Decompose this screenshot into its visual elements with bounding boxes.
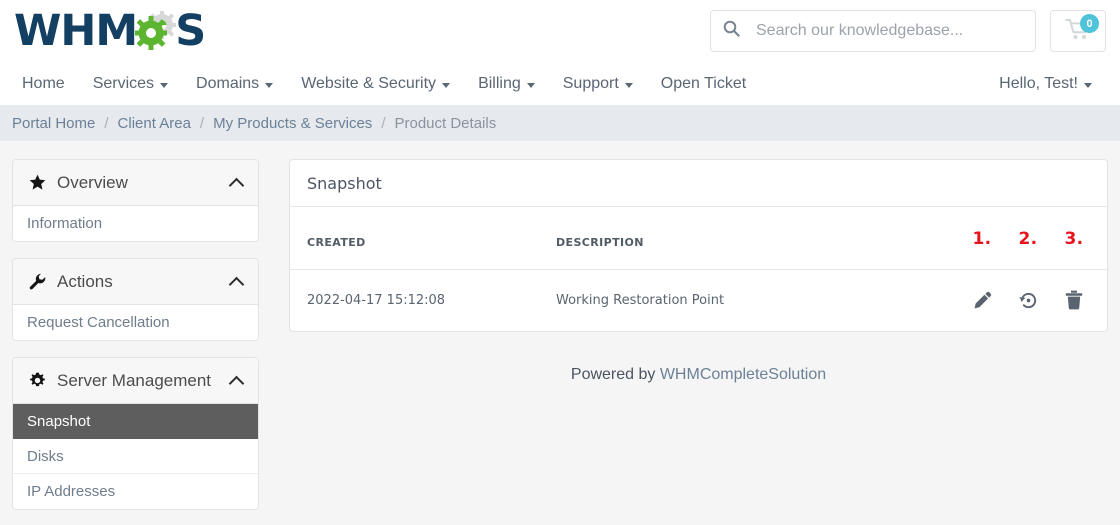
chevron-down-icon [265, 82, 274, 88]
main-content: Snapshot CREATED DESCRIPTION 1. 2. 3. 20… [259, 159, 1108, 384]
page-body: Overview Information Actions Request Can… [0, 141, 1120, 525]
search-input[interactable] [754, 21, 1023, 41]
chevron-up-icon[interactable] [230, 374, 244, 388]
breadcrumb-separator: / [199, 115, 205, 132]
column-header-description: DESCRIPTION [552, 207, 970, 270]
snapshot-table-head: CREATED DESCRIPTION 1. 2. 3. [290, 207, 1107, 270]
chevron-up-icon[interactable] [230, 176, 244, 190]
breadcrumb: Portal Home / Client Area / My Products … [0, 106, 1120, 141]
sidebar-item-ip-addresses[interactable]: IP Addresses [13, 474, 258, 509]
gear-icon [27, 372, 47, 389]
chevron-up-icon[interactable] [230, 275, 244, 289]
sidebar-item-label: Request Cancellation [27, 314, 170, 331]
nav-item-services[interactable]: Services [79, 75, 182, 93]
nav-label: Domains [196, 74, 260, 92]
snapshot-table: CREATED DESCRIPTION 1. 2. 3. 2022-04-17 … [290, 207, 1107, 331]
snapshot-card: Snapshot CREATED DESCRIPTION 1. 2. 3. 20… [289, 159, 1108, 332]
sidebar-item-label: Snapshot [27, 412, 91, 430]
breadcrumb-separator: / [104, 115, 109, 132]
header-right-group: 0 [710, 10, 1106, 52]
cell-actions [970, 270, 1107, 332]
sidebar-panel-overview-header[interactable]: Overview [13, 160, 258, 206]
sidebar-panel-server-management: Server Management Snapshot Disks IP Addr… [12, 357, 259, 510]
nav-label: Website & Security [301, 74, 437, 92]
sidebar-item-label: Information [27, 215, 103, 232]
nav-right-group: Hello, Test! [995, 75, 1106, 93]
snapshot-table-body: 2022-04-17 15:12:08 Working Restoration … [290, 270, 1107, 332]
annotation-2: 2. [1018, 229, 1038, 249]
footer-prefix: Powered by [570, 366, 660, 383]
sidebar-item-snapshot[interactable]: Snapshot [13, 404, 258, 439]
delete-icon[interactable] [1062, 289, 1086, 311]
logo-wordmark: WHM S [14, 5, 206, 56]
table-header-row: CREATED DESCRIPTION 1. 2. 3. [290, 207, 1107, 270]
nav-item-billing[interactable]: Billing [464, 75, 549, 93]
whmcs-logo[interactable]: WHM S [14, 5, 206, 56]
chevron-down-icon [1084, 82, 1092, 88]
nav-item-home[interactable]: Home [18, 75, 79, 93]
nav-label: Open Ticket [660, 74, 747, 92]
page-title: Snapshot [307, 173, 382, 193]
search-box[interactable] [710, 10, 1036, 52]
cell-description: Working Restoration Point [556, 292, 725, 308]
nav-item-domains[interactable]: Domains [182, 75, 287, 93]
column-header-actions: 1. 2. 3. [970, 207, 1107, 270]
logo-text-left: WHM [14, 5, 138, 56]
annotation-numbers: 1. 2. 3. [970, 229, 1090, 249]
sidebar: Overview Information Actions Request Can… [12, 159, 259, 525]
sidebar-panel-title: Actions [57, 271, 113, 291]
nav-item-website-security[interactable]: Website & Security [287, 75, 464, 93]
chevron-down-icon [442, 82, 451, 88]
main-navigation: Home Services Domains Website & Security… [0, 62, 1120, 106]
chevron-down-icon [160, 82, 169, 88]
site-header: WHM S Search our knowledgebase... 0 [0, 0, 1120, 62]
nav-label: Home [22, 74, 65, 92]
sidebar-panel-overview: Overview Information [12, 159, 259, 242]
breadcrumb-item-my-products-services[interactable]: My Products & Services [213, 115, 372, 132]
footer-link-whmcs[interactable]: WHMCompleteSolution [660, 366, 826, 383]
snapshot-card-header: Snapshot [290, 160, 1107, 207]
footer: Powered by WHMCompleteSolution [289, 332, 1108, 384]
row-action-buttons [970, 289, 1090, 311]
annotation-1: 1. [972, 229, 992, 249]
search-icon [723, 20, 740, 42]
edit-icon[interactable] [970, 289, 994, 311]
breadcrumb-item-portal-home[interactable]: Portal Home [12, 115, 95, 132]
breadcrumb-separator: / [381, 115, 386, 132]
table-row: 2022-04-17 15:12:08 Working Restoration … [290, 270, 1107, 332]
restore-icon[interactable] [1016, 289, 1040, 311]
sidebar-panel-title: Overview [57, 172, 128, 192]
annotation-3: 3. [1064, 229, 1084, 249]
chevron-down-icon [526, 82, 535, 88]
breadcrumb-item-client-area[interactable]: Client Area [118, 115, 191, 132]
star-icon [27, 174, 47, 191]
account-label: Hello, Test! [999, 74, 1078, 92]
sidebar-item-label: Disks [27, 447, 64, 465]
cell-created: 2022-04-17 15:12:08 [307, 292, 446, 308]
wrench-icon [27, 273, 47, 290]
sidebar-panel-actions-header[interactable]: Actions [13, 259, 258, 305]
sidebar-item-disks[interactable]: Disks [13, 439, 258, 474]
sidebar-item-request-cancellation[interactable]: Request Cancellation [13, 305, 258, 340]
sidebar-panel-title: Server Management [57, 370, 212, 390]
logo-text-right: S [175, 5, 206, 56]
column-header-created: CREATED [290, 207, 552, 270]
account-menu[interactable]: Hello, Test! [995, 75, 1106, 93]
nav-label: Services [92, 74, 155, 92]
sidebar-item-label: IP Addresses [27, 483, 116, 500]
nav-label: Billing [478, 74, 521, 92]
sidebar-panel-server-management-header[interactable]: Server Management [13, 358, 258, 404]
cart-button[interactable]: 0 [1050, 10, 1106, 52]
nav-item-open-ticket[interactable]: Open Ticket [647, 75, 760, 93]
cart-count-badge: 0 [1080, 14, 1099, 33]
sidebar-item-information[interactable]: Information [13, 206, 258, 241]
nav-label: Support [562, 74, 619, 92]
breadcrumb-item-product-details: Product Details [394, 115, 497, 132]
sidebar-panel-actions: Actions Request Cancellation [12, 258, 259, 341]
logo-gears-icon [134, 11, 177, 51]
chevron-down-icon [624, 82, 633, 88]
nav-item-support[interactable]: Support [549, 75, 647, 93]
